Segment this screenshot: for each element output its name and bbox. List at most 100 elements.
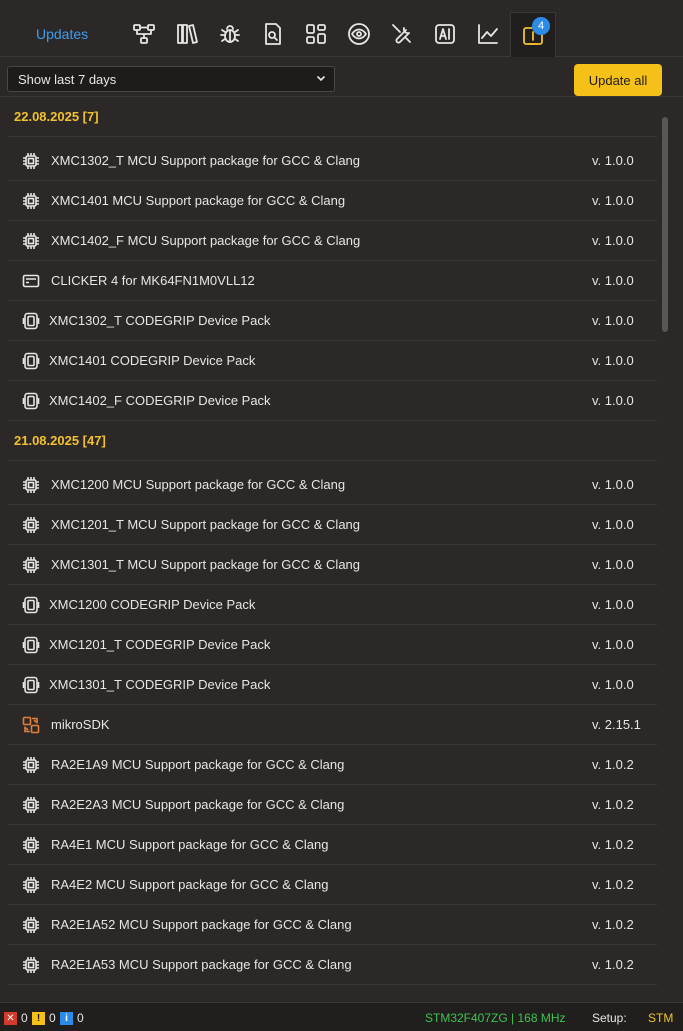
chip-icon bbox=[22, 152, 40, 170]
device-icon bbox=[22, 676, 40, 694]
info-count[interactable]: i 0 bbox=[60, 1011, 84, 1025]
list-item[interactable]: mikroSDK v. 2.15.1 bbox=[8, 705, 657, 745]
sdk-icon bbox=[22, 716, 40, 734]
device-icon bbox=[22, 352, 40, 370]
setup-label: Setup: bbox=[592, 1011, 627, 1025]
list-item[interactable]: CLICKER 4 for MK64FN1M0VLL12 v. 1.0.0 bbox=[8, 261, 657, 301]
tab-updates[interactable]: Updates bbox=[36, 26, 88, 42]
chart-icon[interactable] bbox=[472, 17, 504, 51]
list-item[interactable]: XMC1200 MCU Support package for GCC & Cl… bbox=[8, 465, 657, 505]
package-version: v. 2.15.1 bbox=[592, 717, 641, 732]
package-version: v. 1.0.0 bbox=[592, 677, 634, 692]
period-select-value: Show last 7 days bbox=[18, 71, 117, 87]
package-version: v. 1.0.0 bbox=[592, 517, 634, 532]
layout-icon[interactable] bbox=[300, 17, 332, 51]
package-name: XMC1402_F MCU Support package for GCC & … bbox=[51, 233, 361, 248]
ai-icon[interactable] bbox=[429, 17, 461, 51]
package-version: v. 1.0.0 bbox=[592, 193, 634, 208]
chip-icon bbox=[22, 916, 40, 934]
status-bar: ✕ 0 ! 0 i 0 STM32F407ZG | 168 MHz Setup:… bbox=[0, 1002, 683, 1031]
chip-icon bbox=[22, 192, 40, 210]
list-item[interactable]: RA2E1A53 MCU Support package for GCC & C… bbox=[8, 945, 657, 985]
chip-icon bbox=[22, 836, 40, 854]
device-icon bbox=[22, 312, 40, 330]
warning-count[interactable]: ! 0 bbox=[32, 1011, 56, 1025]
library-icon[interactable] bbox=[171, 17, 203, 51]
package-version: v. 1.0.2 bbox=[592, 957, 634, 972]
package-version: v. 1.0.0 bbox=[592, 393, 634, 408]
package-name: XMC1301_T CODEGRIP Device Pack bbox=[49, 677, 271, 692]
group-header: 22.08.2025 [7] bbox=[8, 97, 657, 137]
update-all-button[interactable]: Update all bbox=[574, 64, 662, 96]
list-item[interactable]: XMC1302_T MCU Support package for GCC & … bbox=[8, 141, 657, 181]
package-name: RA4E2 MCU Support package for GCC & Clan… bbox=[51, 877, 329, 892]
period-select[interactable]: Show last 7 days bbox=[7, 66, 335, 92]
chip-icon bbox=[22, 876, 40, 894]
scrollbar[interactable] bbox=[662, 117, 668, 332]
error-icon: ✕ bbox=[4, 1011, 17, 1025]
updates-badge: 4 bbox=[532, 17, 550, 35]
updates-list: 22.08.2025 [7] XMC1302_T MCU Support pack… bbox=[0, 97, 657, 1002]
list-item[interactable]: RA4E2 MCU Support package for GCC & Clan… bbox=[8, 865, 657, 905]
package-name: XMC1302_T CODEGRIP Device Pack bbox=[49, 313, 271, 328]
list-item[interactable]: XMC1201_T MCU Support package for GCC & … bbox=[8, 505, 657, 545]
package-version: v. 1.0.2 bbox=[592, 877, 634, 892]
list-item[interactable]: RA2E1A9 MCU Support package for GCC & Cl… bbox=[8, 745, 657, 785]
package-name: XMC1200 MCU Support package for GCC & Cl… bbox=[51, 477, 346, 492]
package-version: v. 1.0.0 bbox=[592, 313, 634, 328]
package-name: RA2E2A3 MCU Support package for GCC & Cl… bbox=[51, 797, 345, 812]
filter-row: Show last 7 days Update all bbox=[0, 57, 683, 97]
package-name: RA2E1A9 MCU Support package for GCC & Cl… bbox=[51, 757, 345, 772]
error-count[interactable]: ✕ 0 bbox=[4, 1011, 28, 1025]
eye-icon[interactable] bbox=[343, 17, 375, 51]
search-doc-icon[interactable] bbox=[257, 17, 289, 51]
device-icon bbox=[22, 636, 40, 654]
device-icon bbox=[22, 596, 40, 614]
package-version: v. 1.0.0 bbox=[592, 477, 634, 492]
package-version: v. 1.0.0 bbox=[592, 597, 634, 612]
package-name: XMC1201_T CODEGRIP Device Pack bbox=[49, 637, 271, 652]
chip-icon bbox=[22, 556, 40, 574]
list-item[interactable]: XMC1402_F MCU Support package for GCC & … bbox=[8, 221, 657, 261]
group-header: 21.08.2025 [47] bbox=[8, 421, 657, 461]
error-count-value: 0 bbox=[21, 1011, 28, 1025]
list-item[interactable]: RA2E1A52 MCU Support package for GCC & C… bbox=[8, 905, 657, 945]
board-icon bbox=[22, 272, 40, 290]
package-name: mikroSDK bbox=[51, 717, 110, 732]
network-icon[interactable] bbox=[128, 17, 160, 51]
package-version: v. 1.0.0 bbox=[592, 153, 634, 168]
list-item[interactable]: XMC1301_T MCU Support package for GCC & … bbox=[8, 545, 657, 585]
chip-icon bbox=[22, 796, 40, 814]
setup-value[interactable]: STM bbox=[648, 1011, 673, 1025]
package-name: RA4E1 MCU Support package for GCC & Clan… bbox=[51, 837, 329, 852]
list-item[interactable]: XMC1402_F CODEGRIP Device Pack v. 1.0.0 bbox=[8, 381, 657, 421]
package-version: v. 1.0.2 bbox=[592, 757, 634, 772]
list-item[interactable]: XMC1302_T CODEGRIP Device Pack v. 1.0.0 bbox=[8, 301, 657, 341]
package-name: XMC1200 CODEGRIP Device Pack bbox=[49, 597, 256, 612]
package-version: v. 1.0.0 bbox=[592, 637, 634, 652]
update-info-icon[interactable]: 4 bbox=[510, 12, 556, 57]
package-name: XMC1401 CODEGRIP Device Pack bbox=[49, 353, 256, 368]
bug-icon[interactable] bbox=[214, 17, 246, 51]
list-item[interactable]: RA4E1 MCU Support package for GCC & Clan… bbox=[8, 825, 657, 865]
chip-icon bbox=[22, 956, 40, 974]
list-item[interactable]: XMC1200 CODEGRIP Device Pack v. 1.0.0 bbox=[8, 585, 657, 625]
chip-icon bbox=[22, 516, 40, 534]
list-item[interactable]: XMC1301_T CODEGRIP Device Pack v. 1.0.0 bbox=[8, 665, 657, 705]
list-item[interactable]: RA2E2A3 MCU Support package for GCC & Cl… bbox=[8, 785, 657, 825]
package-name: XMC1301_T MCU Support package for GCC & … bbox=[51, 557, 361, 572]
chevron-down-icon bbox=[316, 75, 326, 82]
tools-icon[interactable] bbox=[386, 17, 418, 51]
package-name: RA2E1A53 MCU Support package for GCC & C… bbox=[51, 957, 352, 972]
list-item[interactable]: XMC1201_T CODEGRIP Device Pack v. 1.0.0 bbox=[8, 625, 657, 665]
package-name: XMC1402_F CODEGRIP Device Pack bbox=[49, 393, 271, 408]
list-item[interactable]: XMC1401 CODEGRIP Device Pack v. 1.0.0 bbox=[8, 341, 657, 381]
package-version: v. 1.0.0 bbox=[592, 353, 634, 368]
package-name: XMC1302_T MCU Support package for GCC & … bbox=[51, 153, 361, 168]
info-count-value: 0 bbox=[77, 1011, 84, 1025]
chip-info[interactable]: STM32F407ZG | 168 MHz bbox=[425, 1011, 566, 1025]
chip-icon bbox=[22, 756, 40, 774]
package-name: CLICKER 4 for MK64FN1M0VLL12 bbox=[51, 273, 255, 288]
chip-icon bbox=[22, 232, 40, 250]
list-item[interactable]: XMC1401 MCU Support package for GCC & Cl… bbox=[8, 181, 657, 221]
